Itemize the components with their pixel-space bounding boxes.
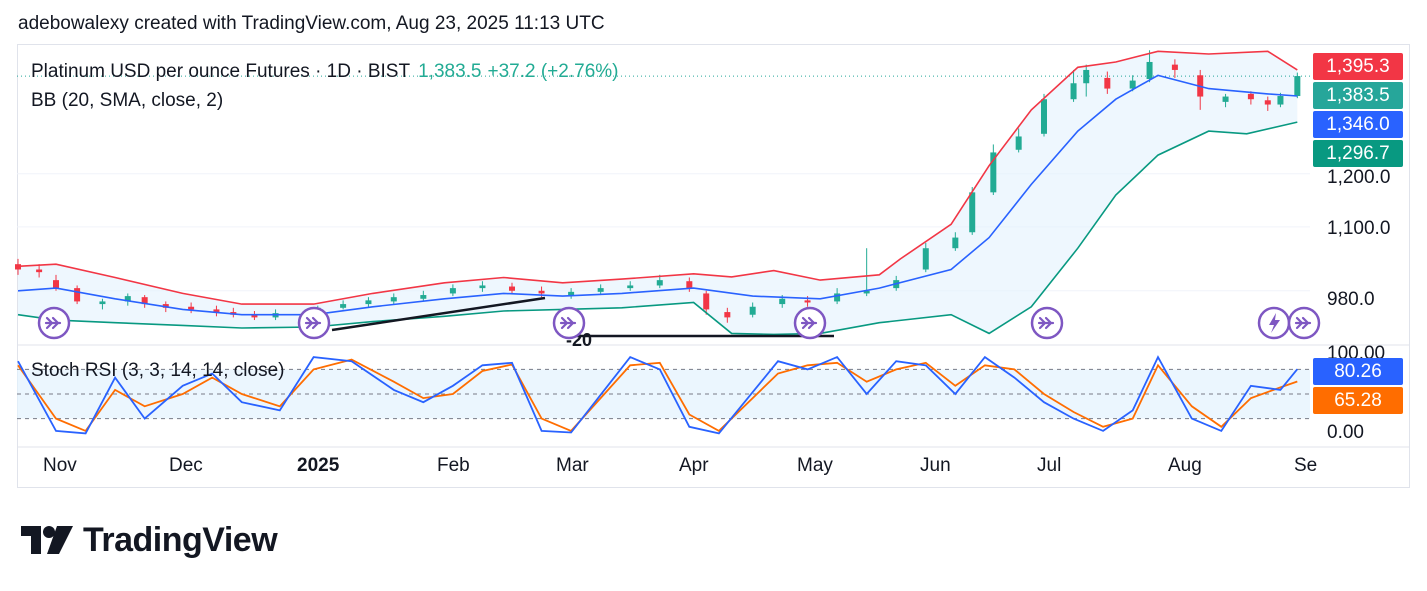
candle-body xyxy=(749,306,756,315)
candle-body xyxy=(340,304,347,308)
candle-body xyxy=(1146,61,1153,79)
chart-canvas[interactable]: -20 xyxy=(0,0,1427,591)
month-label: Apr xyxy=(679,455,709,476)
month-label: Jul xyxy=(1037,455,1062,476)
candle-body xyxy=(1129,80,1136,89)
candle-body xyxy=(627,285,634,289)
candle-body xyxy=(449,288,456,294)
bb-lower-tag: 1,296.7 xyxy=(1313,140,1403,167)
candle-body xyxy=(188,306,195,310)
candle-body xyxy=(1222,96,1229,102)
bb-basis-tag: 1,346.0 xyxy=(1313,111,1403,138)
candle-body xyxy=(36,269,43,273)
candle-body xyxy=(538,290,545,294)
candle-body xyxy=(99,301,106,305)
candle-body xyxy=(1171,64,1178,70)
tradingview-logo-text: TradingView xyxy=(83,520,278,559)
candle-body xyxy=(74,288,81,302)
candle-body xyxy=(686,281,693,289)
month-label: Nov xyxy=(43,455,77,476)
candle-body xyxy=(1083,69,1090,84)
candle-body xyxy=(779,298,786,305)
candle-body xyxy=(597,288,604,292)
tradingview-logo: TradingView xyxy=(19,520,278,560)
price-tick: 1,200.0 xyxy=(1327,167,1391,188)
month-label: Se xyxy=(1294,455,1318,476)
candle-body xyxy=(724,312,731,318)
candle-body xyxy=(804,300,811,303)
candle-body xyxy=(1104,77,1111,89)
candle-body xyxy=(969,192,976,233)
candle-body xyxy=(1277,96,1284,105)
symbol-legend: Platinum USD per ounce Futures · 1D · BI… xyxy=(31,61,618,83)
candle-body xyxy=(922,248,929,270)
bb-upper-tag: 1,395.3 xyxy=(1313,53,1403,80)
candle-body xyxy=(952,237,959,249)
bb-legend: BB (20, SMA, close, 2) xyxy=(31,90,224,111)
month-label: Jun xyxy=(920,455,951,476)
month-label: Dec xyxy=(169,455,203,476)
candle-body xyxy=(420,295,427,299)
month-label: Mar xyxy=(556,455,589,476)
candle-body xyxy=(390,297,397,302)
candle-body xyxy=(1294,76,1301,97)
last-price: 1,383.5 xyxy=(418,61,482,82)
candle-body xyxy=(1041,99,1047,134)
price-tick: 980.0 xyxy=(1327,289,1375,310)
candle-body xyxy=(479,285,486,289)
price-change: +37.2 (+2.76%) xyxy=(487,61,619,82)
candle-body xyxy=(365,300,372,305)
candle-body xyxy=(568,291,575,296)
candle-body xyxy=(1264,100,1271,105)
symbol-name: Platinum USD per ounce Futures · 1D · BI… xyxy=(31,61,411,82)
stoch-tick: 0.00 xyxy=(1327,422,1364,443)
candle-body xyxy=(509,286,515,291)
candle-body xyxy=(1247,93,1254,100)
candle-body xyxy=(1015,136,1022,150)
stoch-legend: Stoch RSI (3, 3, 14, 14, close) xyxy=(31,360,285,381)
candle-body xyxy=(1070,83,1077,100)
month-label: Aug xyxy=(1168,455,1202,476)
candle-body xyxy=(53,280,59,289)
tradingview-logo-icon xyxy=(21,526,73,554)
month-label: May xyxy=(797,455,833,476)
candle-body xyxy=(703,293,710,310)
stoch-k-tag: 80.26 xyxy=(1313,358,1403,385)
last-price-tag: 1,383.5 xyxy=(1313,82,1403,109)
month-label: 2025 xyxy=(297,455,340,476)
month-label: Feb xyxy=(437,455,470,476)
price-tick: 1,100.0 xyxy=(1327,218,1391,239)
candle-body xyxy=(656,280,663,286)
stoch-d-tag: 65.28 xyxy=(1313,387,1403,414)
